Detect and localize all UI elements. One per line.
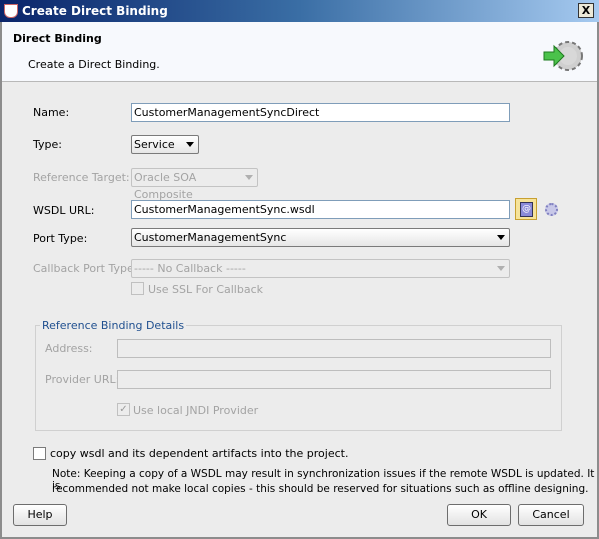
java-cup-icon [4,4,18,18]
gear-arrow-icon [543,41,583,71]
copy-wsdl-checkbox[interactable] [33,447,46,460]
wsdl-url-input[interactable]: CustomerManagementSync.wsdl [131,200,510,219]
wsdl-url-label: WSDL URL: [33,204,95,217]
jndi-checkbox: ✓ [117,403,130,416]
help-button[interactable]: Help [13,504,67,526]
note-line-2: recommended not make local copies - this… [52,483,589,495]
title-bar: Create Direct Binding [0,0,599,22]
address-label: Address: [45,342,93,355]
gear-icon[interactable] [545,203,558,216]
cancel-button[interactable]: Cancel [518,504,584,526]
reference-target-value: Oracle SOA Composite [134,171,197,201]
copy-wsdl-label: copy wsdl and its dependent artifacts in… [50,447,349,460]
ok-button[interactable]: OK [447,504,511,526]
port-type-select[interactable]: CustomerManagementSync [131,228,510,247]
provider-url-input [117,370,551,389]
chevron-down-icon [497,235,505,240]
header-panel: Direct Binding Create a Direct Binding. [2,22,597,82]
find-wsdl-button[interactable]: @ [515,198,537,220]
type-select[interactable]: Service [131,135,199,154]
type-label: Type: [33,138,62,151]
jndi-label: Use local JNDI Provider [133,404,259,417]
window-title: Create Direct Binding [22,4,168,18]
provider-url-label: Provider URL: [45,373,120,386]
reference-target-label: Reference Target: [33,171,130,184]
header-subtitle: Create a Direct Binding. [28,58,160,71]
name-input[interactable]: CustomerManagementSyncDirect [131,103,510,122]
callback-port-type-label: Callback Port Type: [33,262,138,275]
address-input [117,339,551,358]
port-type-label: Port Type: [33,232,88,245]
port-type-value: CustomerManagementSync [134,231,287,244]
reference-binding-legend: Reference Binding Details [40,319,187,332]
ssl-callback-checkbox [131,282,144,295]
ssl-callback-label: Use SSL For Callback [148,283,263,296]
chevron-down-icon [245,175,253,180]
header-title: Direct Binding [13,32,102,45]
close-button[interactable]: X [578,3,594,18]
chevron-down-icon [186,142,194,147]
type-value: Service [134,138,175,151]
callback-value: ----- No Callback ----- [134,262,246,275]
wsdl-browse-icon: @ [520,202,533,217]
callback-port-type-select: ----- No Callback ----- [131,259,510,278]
name-label: Name: [33,106,70,119]
chevron-down-icon [497,266,505,271]
reference-target-select: Oracle SOA Composite [131,168,258,201]
